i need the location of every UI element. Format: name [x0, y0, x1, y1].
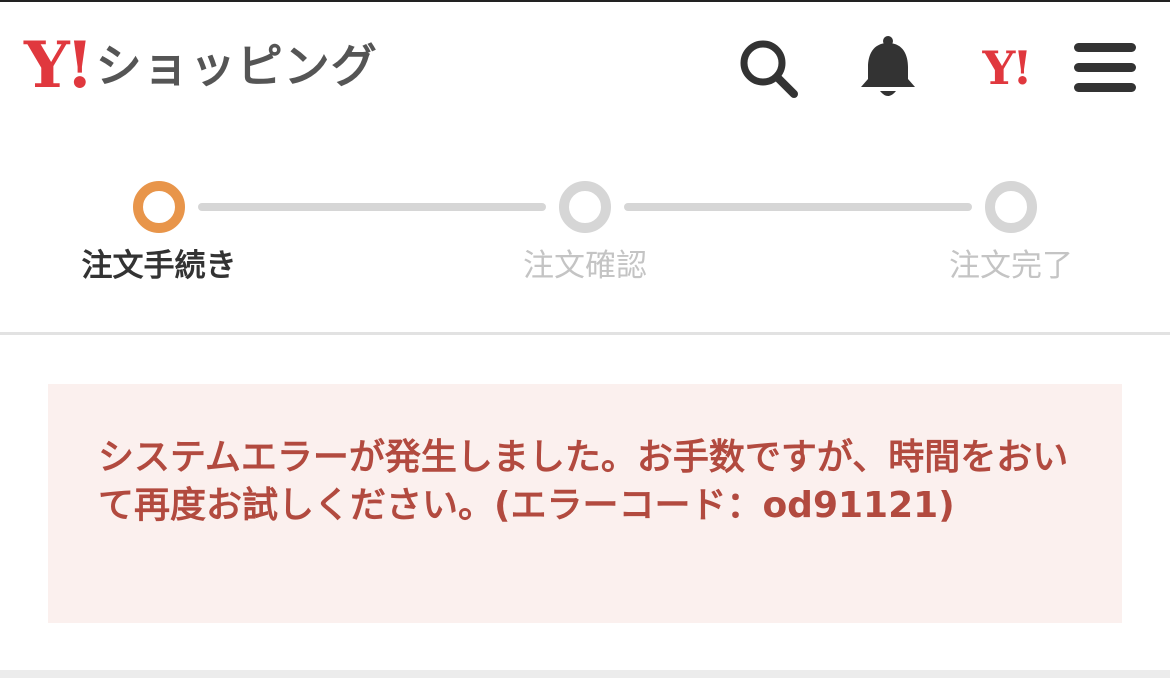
step-label-order-confirm: 注文確認: [523, 248, 647, 284]
hamburger-menu-icon: [1074, 43, 1136, 92]
search-button[interactable]: [734, 36, 802, 100]
logo-mark: Y!: [24, 28, 94, 103]
notification-button[interactable]: [854, 34, 922, 102]
step-indicator-order-procedure: [133, 181, 185, 233]
header: Y! ショッピング Y!: [0, 0, 1170, 128]
yahoo-japan-button[interactable]: Y!: [966, 42, 1046, 94]
step-indicator-order-complete: [985, 181, 1037, 233]
error-message: システムエラーが発生しました。お手数ですが、時間をおいて再度お試しください。(エ…: [98, 437, 1069, 526]
step-label-order-complete: 注文完了: [949, 248, 1073, 284]
section-divider: [0, 332, 1170, 335]
step-connector: [624, 203, 972, 211]
section-divider-bottom: [0, 670, 1170, 678]
checkout-page: Y! ショッピング Y! 注文手続き 注文確認 注文完了 システムエラーが発生し…: [0, 0, 1170, 678]
search-icon: [740, 40, 798, 98]
logo-text: ショッピング: [95, 39, 378, 93]
yahoo-japan-icon: Y!: [982, 41, 1032, 95]
step-label-order-procedure: 注文手続き: [81, 248, 237, 284]
yahoo-shopping-logo[interactable]: Y! ショッピング: [24, 32, 378, 100]
step-indicator-order-confirm: [559, 181, 611, 233]
menu-button[interactable]: [1070, 38, 1140, 96]
error-message-box: システムエラーが発生しました。お手数ですが、時間をおいて再度お試しください。(エ…: [48, 384, 1122, 623]
bell-icon: [861, 36, 915, 96]
checkout-stepper: 注文手続き 注文確認 注文完了: [0, 128, 1170, 332]
step-connector: [198, 203, 546, 211]
